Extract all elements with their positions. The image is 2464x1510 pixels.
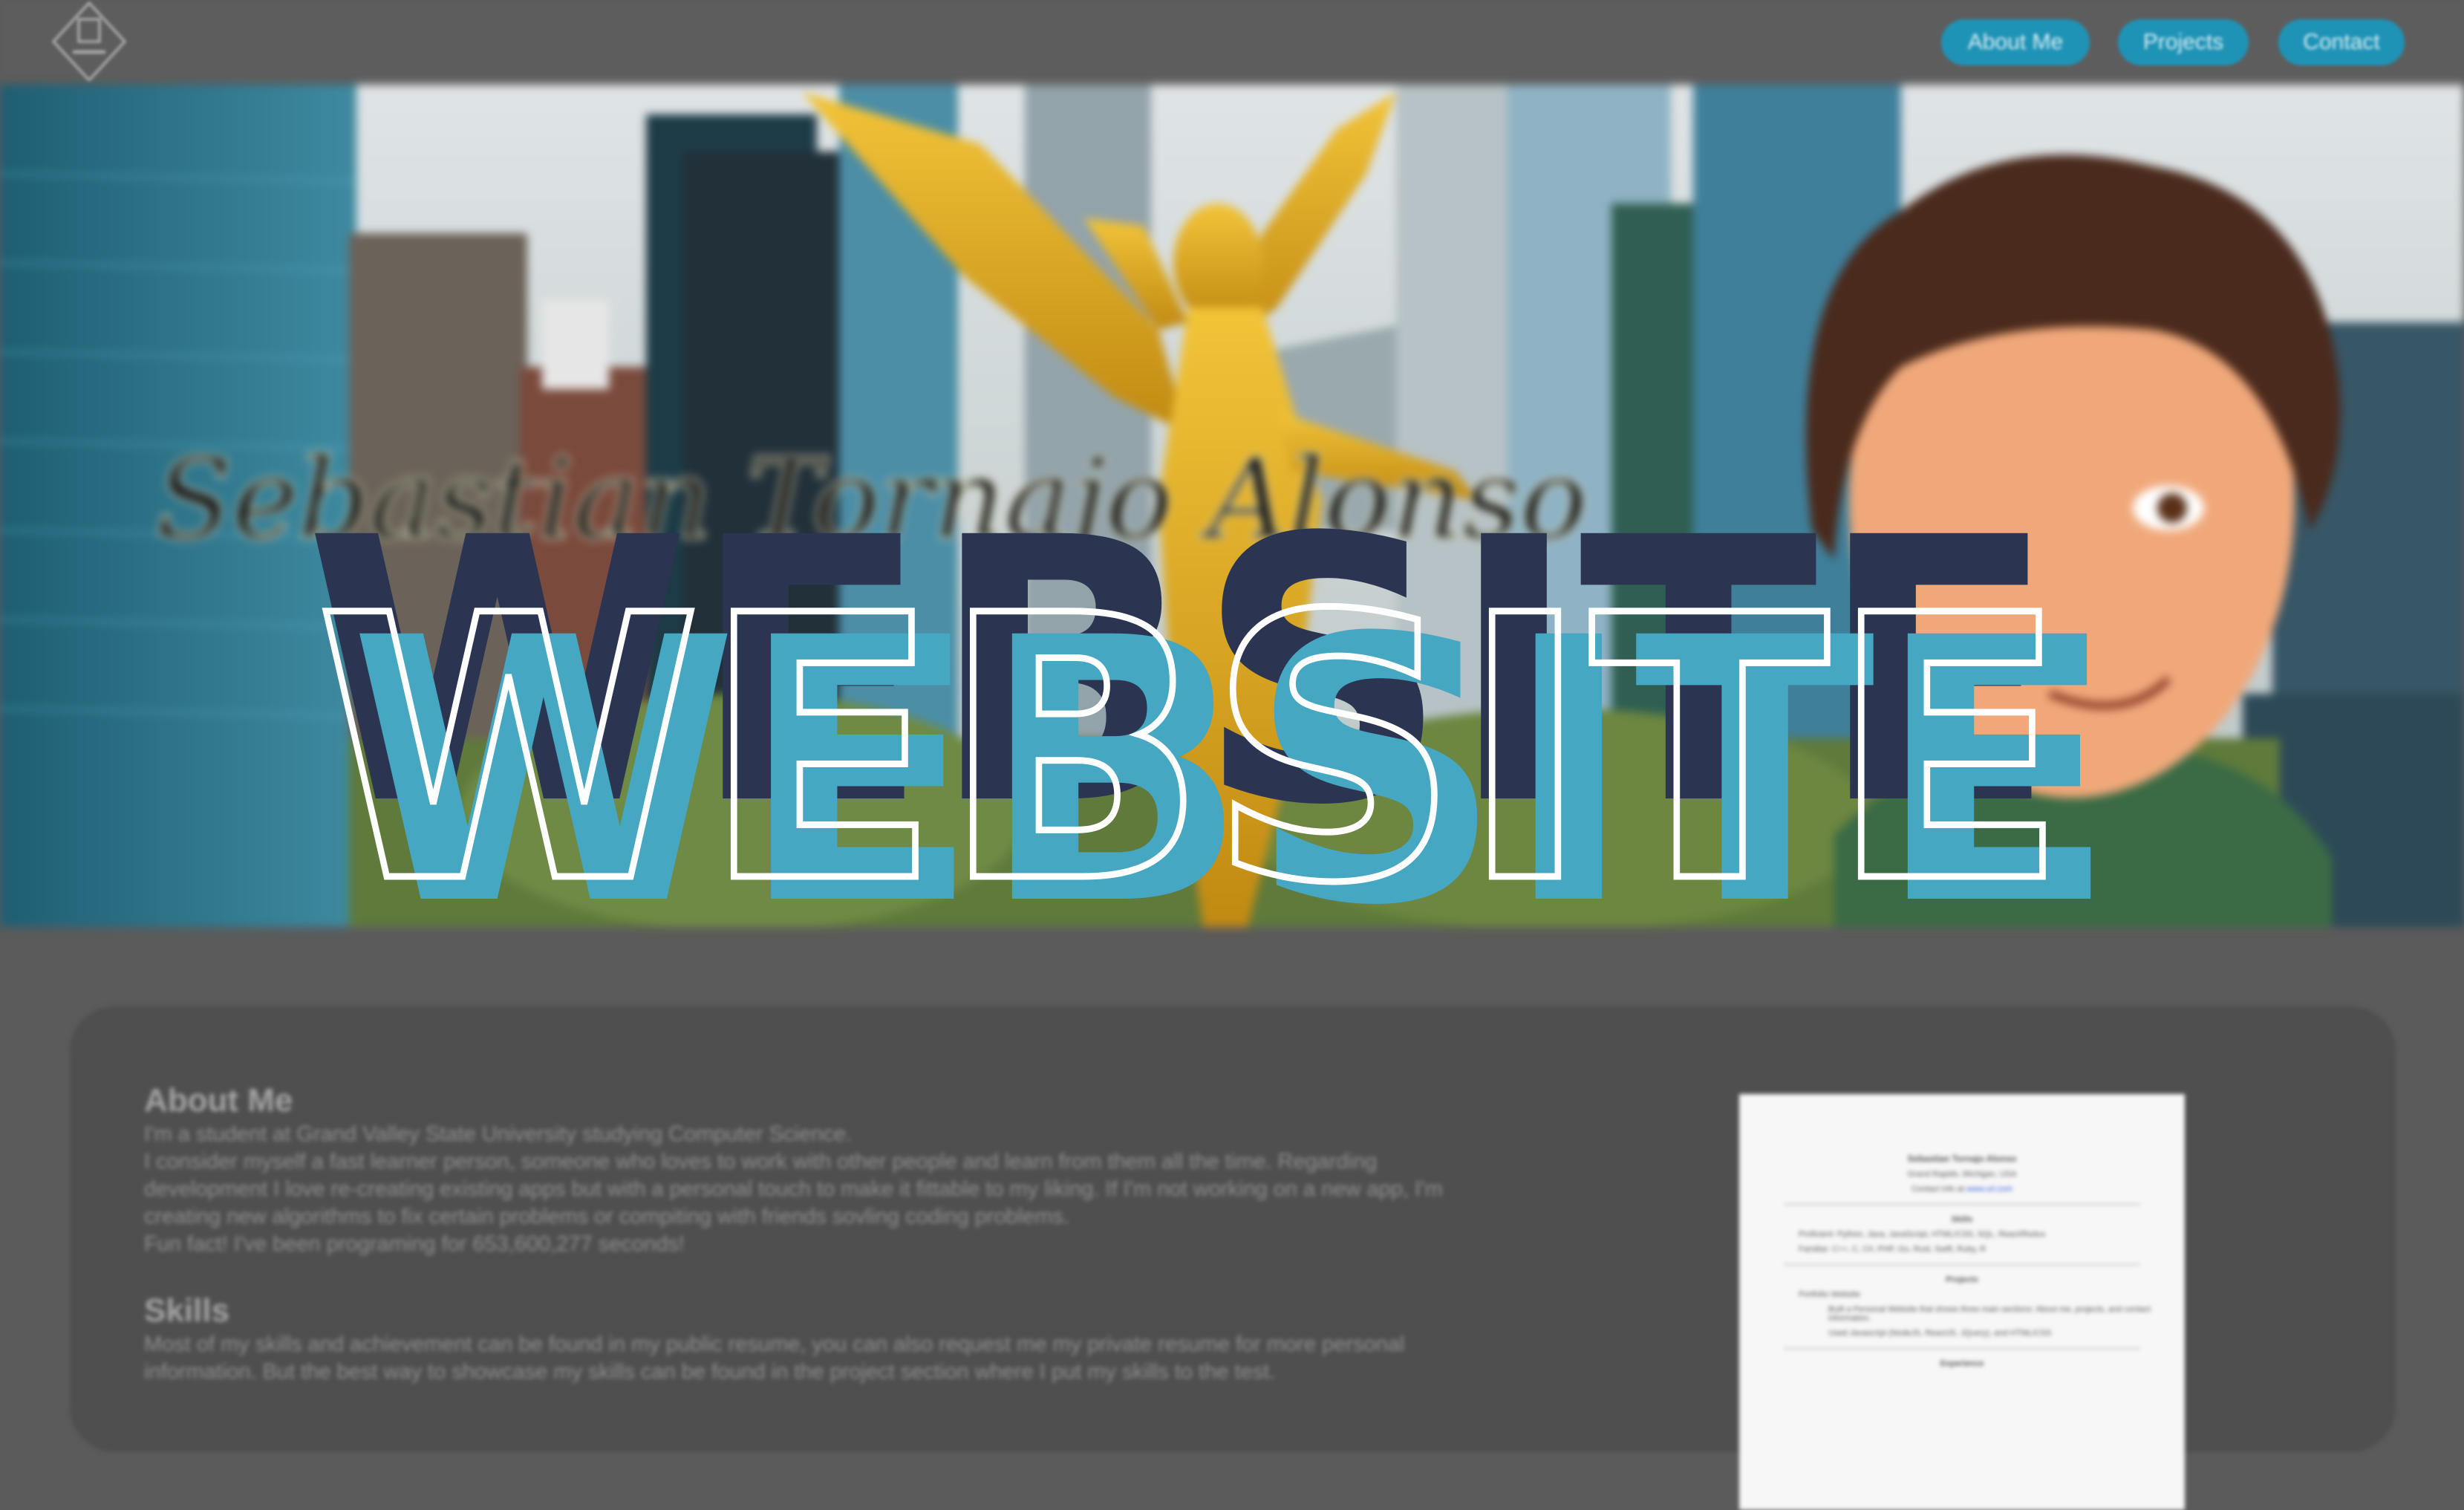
resume-contact-link[interactable]: www.url.com xyxy=(1966,1185,2012,1194)
about-line: creating new algorithms to fix certain p… xyxy=(144,1205,1069,1228)
resume-contact: Contact info at www.url.com xyxy=(1739,1185,2185,1194)
resume-experience-title: Experience xyxy=(1940,1359,1984,1368)
hero-title: WEBSITE WEBSITE WEBSITE xyxy=(304,461,2116,943)
about-heading: About Me xyxy=(144,1082,293,1119)
resume-project-line: Used Javascript (NodeJS, ReactJS, JQuery… xyxy=(1828,1329,2052,1338)
resume-skills-title: Skills xyxy=(1951,1215,1973,1224)
resume-projects-title: Projects xyxy=(1946,1275,1978,1284)
resume-preview[interactable]: Sebastian Tornajo Alonso Grand Rapids, M… xyxy=(1739,1094,2185,1510)
nav-contact-button[interactable]: Contact xyxy=(2278,19,2405,65)
skills-heading: Skills xyxy=(144,1292,229,1329)
divider xyxy=(1784,1204,2140,1205)
about-card: About Me I'm a student at Grand Valley S… xyxy=(70,1006,2396,1510)
skills-line: Most of my skills and achievement can be… xyxy=(144,1332,1405,1356)
resume-project-line: Built a Personal Website that shows thre… xyxy=(1828,1305,2151,1323)
site-logo-icon[interactable] xyxy=(50,0,128,83)
about-line: I'm a student at Grand Valley State Univ… xyxy=(144,1122,852,1146)
about-line: development I love re-creating existing … xyxy=(144,1177,1443,1201)
top-nav: About Me Projects Contact xyxy=(0,0,2464,85)
about-line: Fun fact! I've been programing for 653,6… xyxy=(144,1232,685,1256)
divider xyxy=(1784,1264,2140,1265)
nav-about-me-button[interactable]: About Me xyxy=(1941,19,2090,65)
resume-location: Grand Rapids, Michigan, USA xyxy=(1907,1170,2017,1179)
resume-project-line: Portfolio Website xyxy=(1799,1290,1860,1299)
about-text-column: About Me I'm a student at Grand Valley S… xyxy=(144,1081,1666,1386)
about-line: I consider myself a fast learner person,… xyxy=(144,1150,1378,1174)
resume-skill-line: Familiar: C++, C, C#, PHP, Go, Rust, Swi… xyxy=(1799,1245,1986,1254)
divider xyxy=(1784,1348,2140,1349)
hero-title-outline: WEBSITE xyxy=(316,538,2068,943)
resume-contact-prefix: Contact info at xyxy=(1911,1185,1964,1194)
resume-name: Sebastian Tornajo Alonso xyxy=(1907,1153,2017,1164)
nav-projects-button[interactable]: Projects xyxy=(2118,19,2249,65)
resume-skill-line: Proficient: Python, Java, JavaScript, HT… xyxy=(1799,1230,2046,1239)
skills-line: information. But the best way to showcas… xyxy=(144,1360,1276,1384)
